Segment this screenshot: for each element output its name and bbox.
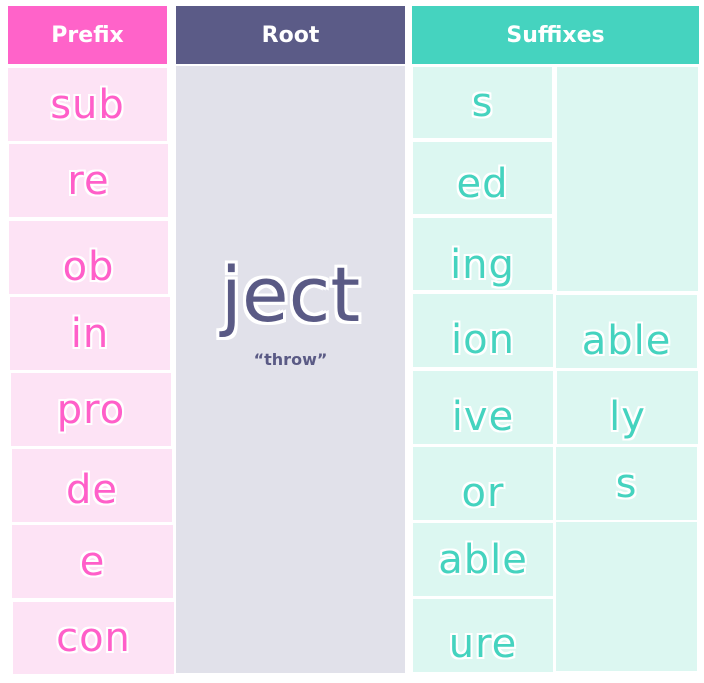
prefix-cell-con: con (13, 602, 174, 674)
suffix-cell-ion: ion (413, 294, 553, 367)
suffix-cell-ing: ing (413, 218, 552, 290)
suffix-cell-ed: ed (413, 142, 552, 214)
suffix-cell-able: able (413, 523, 553, 596)
prefix-cell-re: re (9, 144, 168, 217)
suffix2-cell-empty-top (557, 67, 698, 291)
suffix2-cell-ly: ly (557, 371, 698, 444)
suffix-cell-s: s (413, 67, 552, 138)
root-header: Root (176, 6, 405, 64)
suffixes-header: Suffixes (412, 6, 699, 64)
suffix2-cell-able: able (556, 295, 697, 368)
root-meaning: “throw” (253, 350, 328, 369)
suffix-cell-ure: ure (413, 599, 553, 672)
prefix-cell-in: in (10, 297, 170, 370)
prefix-cell-pro: pro (11, 373, 171, 446)
prefix-header: Prefix (8, 6, 167, 64)
prefix-cell-ob: ob (9, 221, 168, 294)
prefix-cell-sub: sub (8, 68, 167, 141)
root-word: ject (220, 250, 361, 339)
suffix2-cell-empty-bottom (556, 522, 697, 671)
suffix-cell-ive: ive (413, 371, 553, 444)
root-panel (176, 66, 405, 673)
prefix-cell-de: de (12, 449, 172, 522)
suffix-cell-or: or (413, 447, 553, 520)
prefix-cell-e: e (12, 525, 173, 598)
suffix2-cell-s: s (556, 447, 697, 520)
